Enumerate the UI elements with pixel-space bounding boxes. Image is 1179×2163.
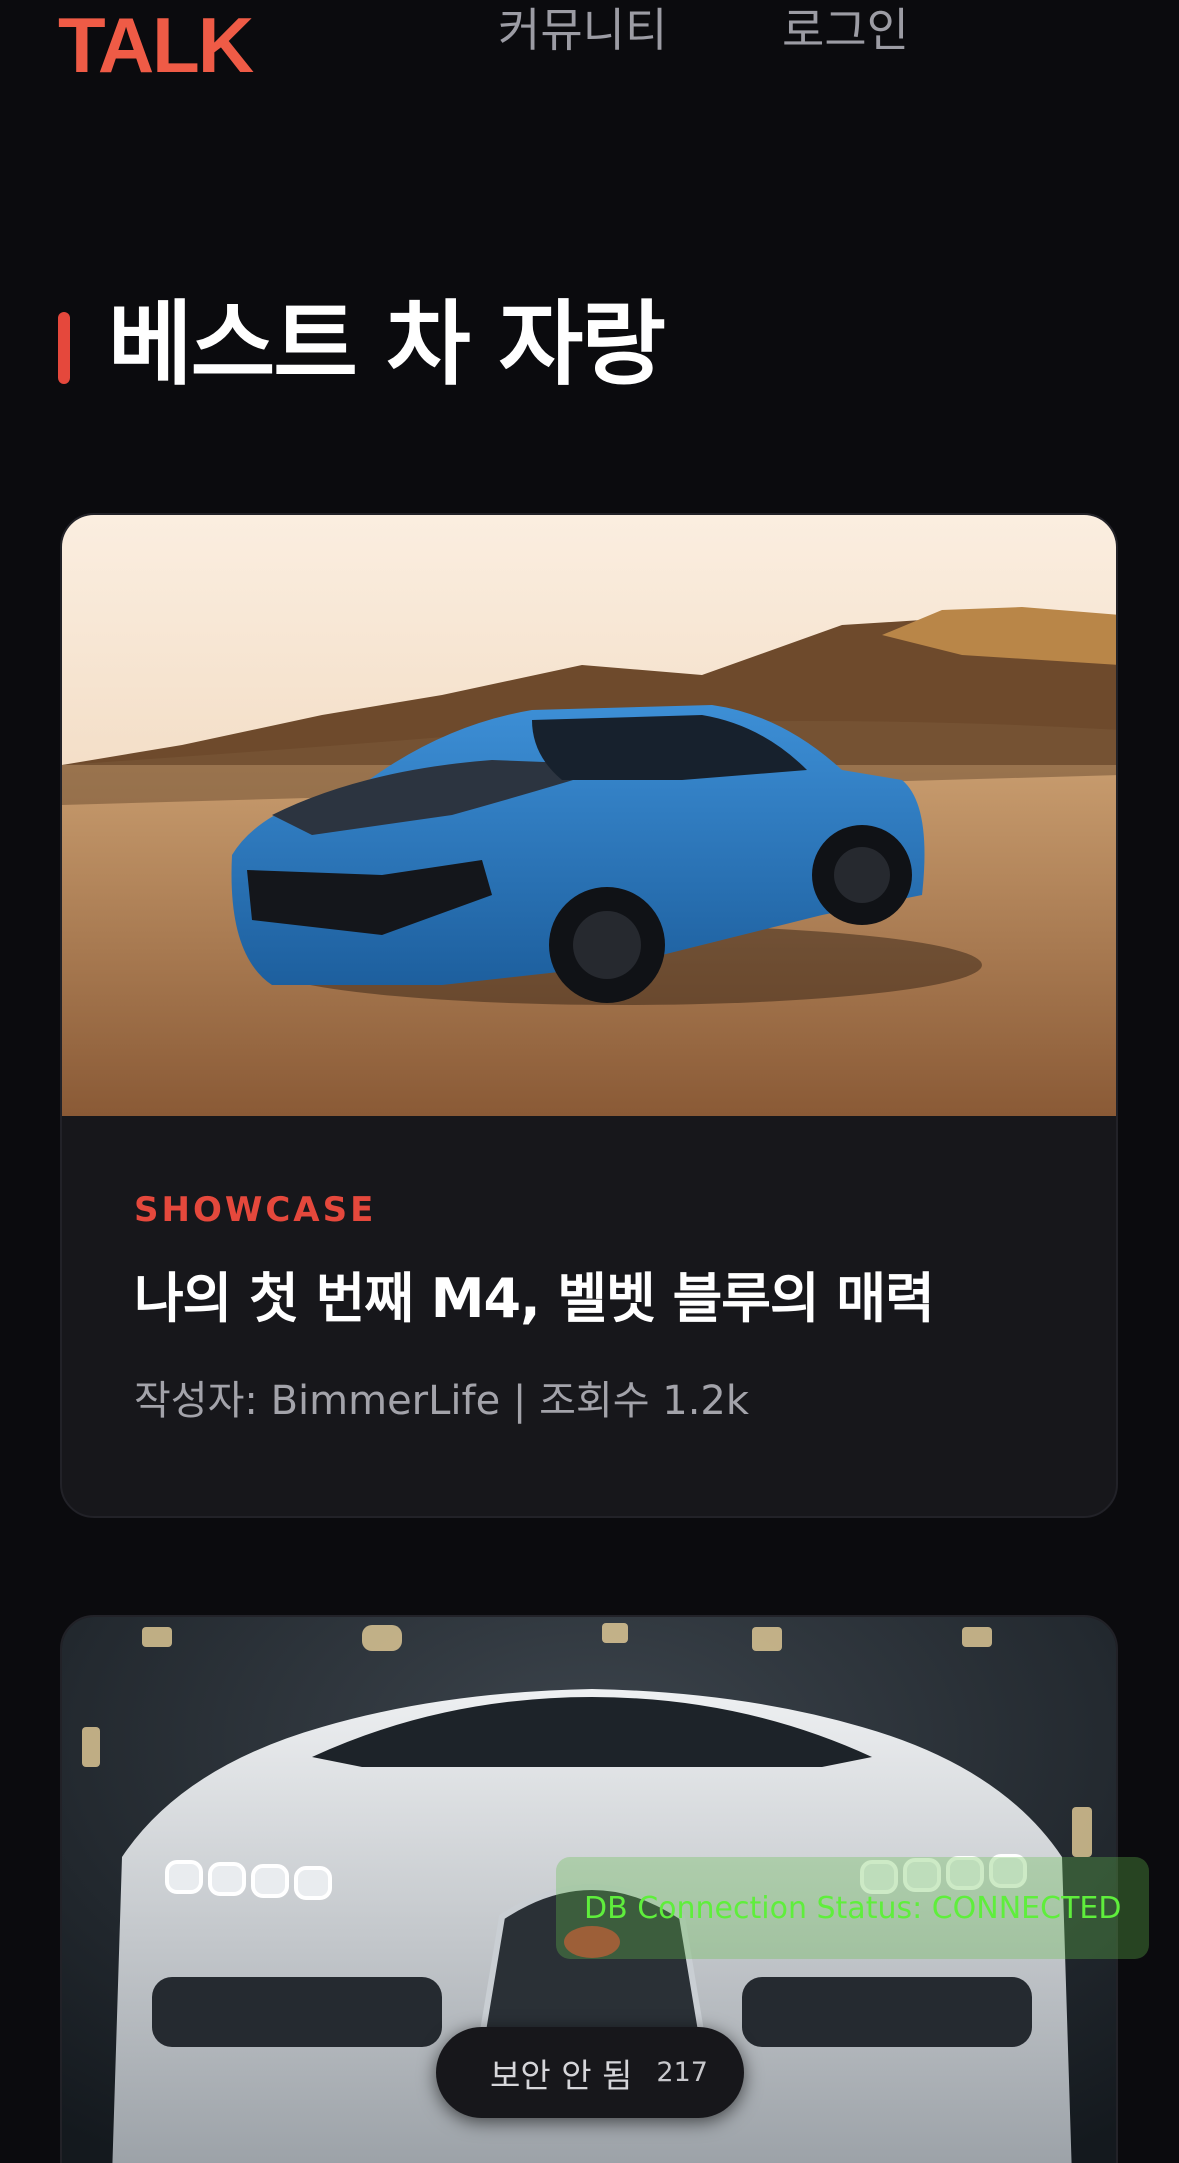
- post-category-label: SHOWCASE: [134, 1190, 377, 1230]
- section-accent-bar: [58, 312, 70, 384]
- security-indicator-pill[interactable]: 보안 안 됨 217: [436, 2027, 744, 2118]
- security-count: 217: [656, 2057, 708, 2088]
- nav-login-link[interactable]: 로그인: [782, 2, 909, 58]
- post-card[interactable]: SHOWCASE 나의 첫 번째 M4, 벨벳 블루의 매력 작성자: Bimm…: [60, 513, 1118, 1518]
- db-connection-status-banner: DB Connection Status: CONNECTED: [556, 1857, 1149, 1959]
- nav-community-link[interactable]: 커뮤니티: [498, 2, 667, 58]
- page: TALK 커뮤니티 로그인 베스트 차 자랑 SHOWCASE 나의 첫 번째 …: [0, 0, 1179, 2163]
- post-meta: 작성자: BimmerLife | 조회수 1.2k: [134, 1378, 750, 1424]
- post-card-body: SHOWCASE 나의 첫 번째 M4, 벨벳 블루의 매력 작성자: Bimm…: [134, 1190, 1054, 1426]
- post-image-blue-coupe[interactable]: [62, 515, 1116, 1116]
- security-label: 보안 안 됨: [490, 2055, 633, 2095]
- site-logo[interactable]: TALK: [58, 4, 254, 86]
- top-nav: TALK 커뮤니티 로그인: [0, 0, 1179, 100]
- section-title: 베스트 차 자랑: [108, 291, 666, 398]
- post-title[interactable]: 나의 첫 번째 M4, 벨벳 블루의 매력: [134, 1264, 1054, 1334]
